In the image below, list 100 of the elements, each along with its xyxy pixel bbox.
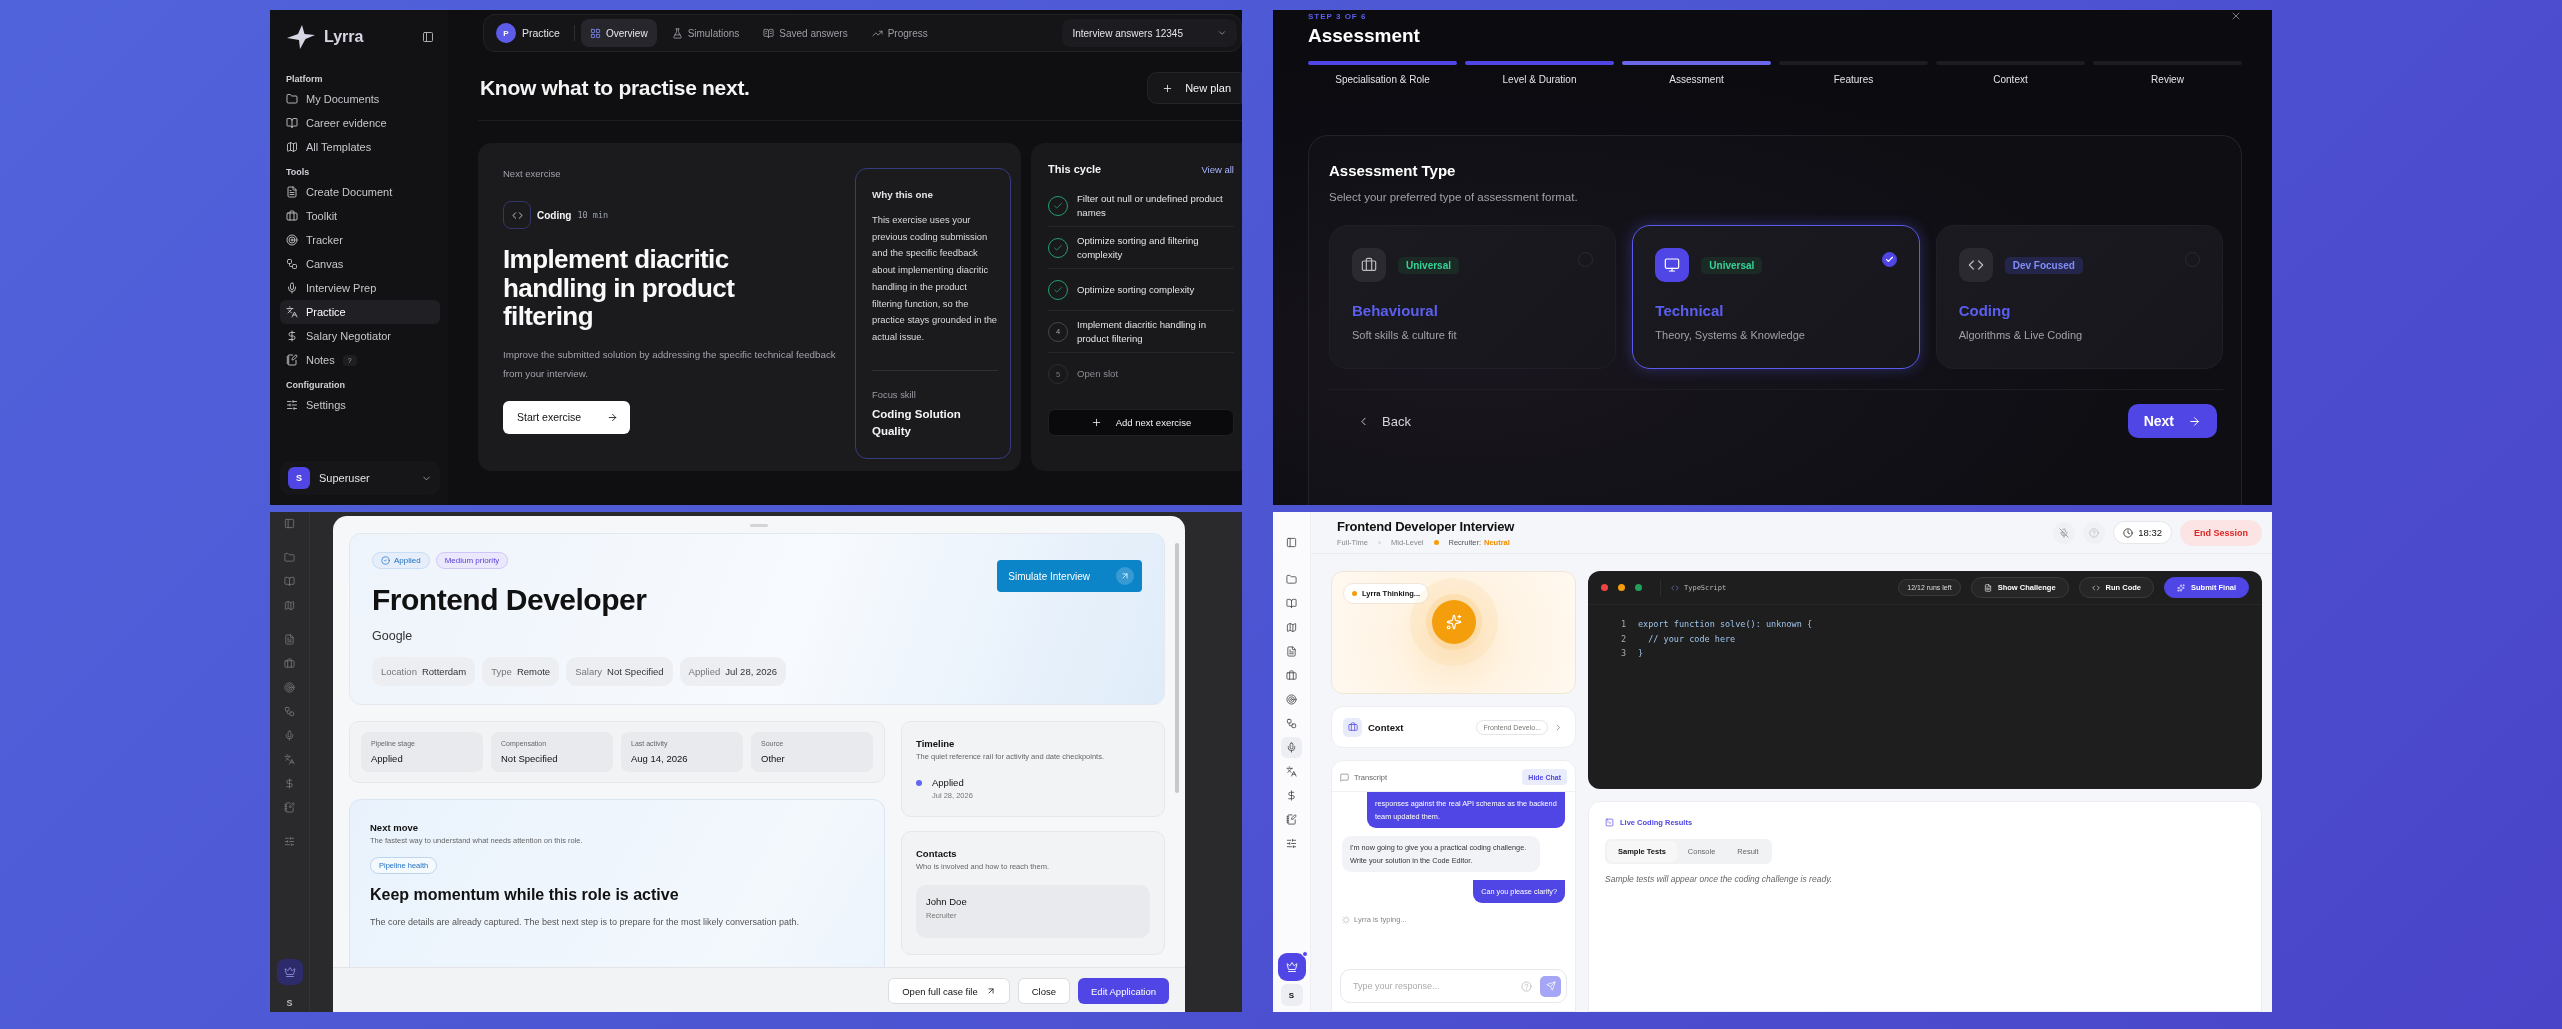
status-tag: Applied — [372, 552, 430, 569]
app-avatar: P — [496, 23, 516, 43]
focus-label: Focus skill — [872, 388, 917, 400]
chat-icon — [1340, 772, 1349, 782]
folder-icon — [286, 93, 298, 105]
cycle-title: This cycle — [1048, 163, 1102, 175]
mute-button[interactable] — [2053, 521, 2076, 544]
option-card[interactable]: Universal Technical Theory, Systems & Knowledge — [1632, 225, 1920, 369]
book-icon — [1286, 598, 1297, 609]
close-button[interactable]: Close — [1017, 978, 1071, 1004]
cycle-item-label: Optimize sorting and filtering complexity — [1077, 233, 1200, 262]
step-label: Context — [1993, 74, 2028, 85]
fact-chip: Type Remote — [482, 657, 560, 686]
why-text: This exercise uses your previous coding submission and the specific feedback about implementing diacritic handling in the product filtering function, so the practice stays grounded in the actual issue. — [872, 213, 998, 344]
send-button[interactable] — [1540, 975, 1561, 997]
check-circle-icon — [381, 556, 390, 565]
sidebar-item[interactable]: Interview Prep — [280, 276, 440, 300]
sidebar-item[interactable]: All Templates — [280, 135, 440, 159]
crown-button[interactable] — [276, 959, 303, 985]
help-icon — [2089, 527, 2100, 538]
section-title: Timeline — [916, 738, 956, 749]
dropdown[interactable]: Interview answers 12345 — [1062, 19, 1237, 47]
step-label: Specialisation & Role — [1335, 74, 1430, 85]
tab[interactable]: Saved answers — [754, 19, 857, 47]
sidebar-item[interactable]: Career evidence — [280, 111, 440, 135]
user-initial: S — [286, 998, 293, 1008]
chevron-right-icon — [1554, 722, 1563, 732]
close-icon — [2230, 10, 2242, 22]
end-session-button[interactable]: End Session — [2180, 519, 2262, 546]
microphone-icon — [1286, 742, 1297, 753]
window-dot — [1601, 584, 1608, 591]
option-card[interactable]: Universal Behavioural Soft skills & culture fit — [1329, 225, 1617, 369]
code-line: export function solve(): unknown { — [1638, 618, 1813, 631]
tab[interactable]: Progress — [862, 19, 937, 47]
check-icon — [1053, 200, 1063, 211]
status-dot — [1433, 539, 1439, 545]
step-label: Review — [2151, 74, 2184, 85]
interview-title: Frontend Developer Interview — [1337, 518, 1515, 534]
folder-icon — [1286, 574, 1297, 585]
book-icon — [763, 27, 775, 39]
open-case-file-button[interactable]: Open full case file — [888, 978, 1010, 1004]
add-exercise-button[interactable]: Add next exercise — [1048, 409, 1234, 436]
sidebar-item[interactable]: Toolkit — [280, 204, 440, 228]
sidebar-item[interactable]: Tracker — [280, 228, 440, 252]
crown-button[interactable] — [1277, 953, 1306, 981]
rail-item[interactable] — [1281, 737, 1302, 758]
back-button[interactable]: Back — [1351, 412, 1417, 430]
simulate-interview-button[interactable]: Simulate Interview — [997, 560, 1142, 592]
edit-application-button[interactable]: Edit Application — [1078, 978, 1169, 1004]
microphone-icon — [284, 730, 295, 741]
sidebar-toggle-icon — [1286, 537, 1297, 548]
exercise-description: Improve the submitted solution by addressing the specific technical feedback from your interview. — [503, 347, 837, 381]
option-card[interactable]: Dev Focused Coding Algorithms & Live Coding — [1935, 225, 2223, 369]
sidebar-item[interactable]: Settings — [280, 393, 440, 417]
nodes-icon — [284, 706, 295, 717]
message-input[interactable]: Type your response... — [1351, 980, 1513, 992]
window-dot — [1635, 584, 1642, 591]
exercise-duration: 10 min — [577, 210, 609, 220]
briefcase-icon — [284, 658, 295, 669]
sidebar-item[interactable]: My Documents — [280, 87, 440, 111]
app-title: Practice — [522, 27, 560, 39]
translate-icon — [286, 306, 298, 318]
plus-icon — [1090, 417, 1102, 428]
cycle-item-label: Optimize sorting complexity — [1077, 282, 1195, 297]
view-all-link[interactable]: View all — [1201, 163, 1234, 175]
line-number: 3 — [1619, 647, 1626, 660]
sliders-icon — [284, 836, 295, 847]
monitor-icon — [1664, 257, 1681, 273]
option-tag: Dev Focused — [2004, 256, 2083, 274]
sidebar-item[interactable]: Practice — [280, 300, 440, 324]
sidebar-item[interactable]: Salary Negotiator — [280, 324, 440, 348]
send-icon — [1545, 981, 1556, 991]
tab[interactable]: Overview — [580, 19, 657, 47]
option-description: Soft skills & culture fit — [1352, 329, 1458, 341]
wizard-title: Assessment — [1308, 25, 1420, 47]
option-description: Algorithms & Live Coding — [1958, 329, 2084, 341]
next-move-headline: Keep momentum while this role is active — [370, 886, 680, 904]
briefcase-icon — [286, 210, 298, 222]
target-icon — [1286, 694, 1297, 705]
new-plan-button[interactable]: New plan — [1147, 72, 1242, 104]
fact-chip: Location Rotterdam — [372, 657, 476, 686]
tab[interactable]: Simulations — [662, 19, 749, 47]
next-button[interactable]: Next — [2127, 404, 2217, 438]
sidebar-item[interactable]: Create Document — [280, 180, 440, 204]
step-label: Level & Duration — [1502, 74, 1577, 85]
page-heading: Know what to practise next. — [480, 76, 750, 100]
microphone-icon — [286, 282, 298, 294]
cycle-item-label: Implement diacritic handling in product filtering — [1077, 317, 1208, 346]
section-title: Next move — [370, 822, 420, 833]
stat-value: Other — [761, 753, 786, 764]
user-menu[interactable]: S Superuser — [280, 461, 440, 495]
sliders-icon — [1286, 838, 1297, 849]
grid-icon — [589, 27, 601, 39]
start-exercise-button[interactable]: Start exercise — [503, 400, 631, 434]
message-field[interactable]: Type your response... — [1340, 969, 1567, 1003]
crown-icon — [283, 966, 296, 978]
arrow-up-right-icon — [985, 986, 996, 996]
sidebar-item[interactable]: Canvas — [280, 252, 440, 276]
briefcase-icon — [1286, 670, 1297, 681]
book-icon — [286, 117, 298, 129]
